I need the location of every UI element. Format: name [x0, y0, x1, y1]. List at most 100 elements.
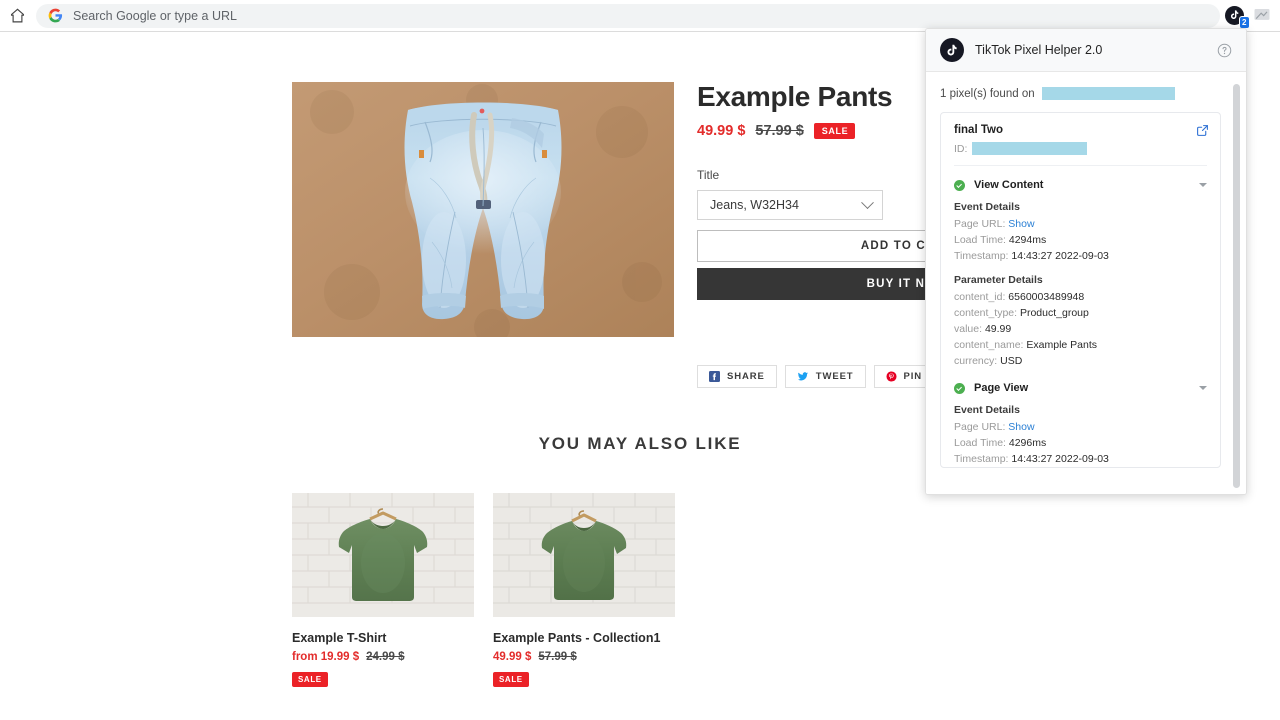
tiktok-pixel-helper-extension-button[interactable]: 2 [1224, 4, 1250, 29]
param-content-name: content_name: Example Pants [954, 337, 1207, 353]
tiktok-pixel-helper-panel: TikTok Pixel Helper 2.0 1 pixel(s) found… [925, 28, 1247, 495]
param-value: USD [1000, 355, 1023, 367]
recommendation-prices: from 19.99 $ 24.99 $ [292, 651, 474, 663]
facebook-icon [709, 371, 720, 382]
event-detail-page-url: Page URL: Show [954, 419, 1207, 435]
param-value: 49.99 [984, 323, 1012, 335]
param-value: Example Pants [1026, 339, 1098, 351]
pixels-found-text: 1 pixel(s) found on [940, 87, 1035, 100]
jeans-photo [292, 82, 674, 337]
param-key: content_name: [954, 339, 1024, 351]
event-details-heading: Event Details [954, 404, 1020, 416]
redacted-domain [1041, 87, 1175, 100]
detail-value: 14:43:27 2022-09-03 [1011, 453, 1109, 465]
event-name: Page View [974, 382, 1029, 394]
home-icon [10, 8, 24, 23]
pixel-card-header: final Two ID: [941, 113, 1220, 165]
event-name: View Content [974, 179, 1044, 191]
param-content-type: content_type: Product_group [954, 305, 1207, 321]
event-detail-timestamp: Timestamp: 14:43:27 2022-09-03 [954, 248, 1207, 264]
product-price: 49.99 $ [697, 123, 746, 139]
redacted-pixel-id [972, 142, 1088, 155]
detail-key: Page URL: [954, 218, 1006, 230]
tshirt-photo [493, 493, 675, 617]
event-block-page-view: Page View Event Details Page URL: Show L… [941, 369, 1220, 467]
share-facebook-label: SHARE [727, 371, 765, 382]
chevron-down-icon[interactable] [1199, 183, 1207, 187]
parameter-details-heading: Parameter Details [954, 274, 1043, 286]
recommendation-price: 49.99 $ [493, 651, 532, 663]
param-key: content_id: [954, 291, 1006, 303]
detail-key: Load Time: [954, 234, 1006, 246]
address-bar-text: Search Google or type a URL [73, 8, 237, 23]
panel-scrollbar-track[interactable] [1233, 78, 1243, 489]
event-detail-timestamp: Timestamp: 14:43:27 2022-09-03 [954, 451, 1207, 467]
detail-key: Load Time: [954, 437, 1006, 449]
recommendation-prices: 49.99 $ 57.99 $ [493, 651, 675, 663]
pixel-helper-body: 1 pixel(s) found on final Two ID: View C… [926, 72, 1246, 494]
param-currency: currency: USD [954, 353, 1207, 369]
pixel-name: final Two [954, 124, 1003, 136]
tshirt-photo [292, 493, 474, 617]
product-main-image[interactable] [292, 82, 674, 337]
param-value: value: 49.99 [954, 321, 1207, 337]
home-button[interactable] [0, 0, 34, 32]
event-header[interactable]: Page View [954, 369, 1207, 404]
detail-key: Timestamp: [954, 453, 1009, 465]
external-link-icon[interactable] [1196, 124, 1209, 137]
recommendation-card[interactable]: Example Pants - Collection1 49.99 $ 57.9… [493, 493, 675, 687]
param-key: currency: [954, 355, 998, 367]
address-bar[interactable]: Search Google or type a URL [36, 3, 1220, 28]
product-compare-price: 57.99 $ [755, 123, 804, 139]
sale-badge: SALE [292, 672, 328, 687]
google-g-icon [48, 8, 63, 23]
share-twitter-label: TWEET [815, 371, 854, 382]
check-circle-icon [954, 382, 965, 394]
variant-selected-value: Jeans, W32H34 [710, 198, 799, 212]
extension-badge-count: 2 [1238, 15, 1250, 29]
tiktok-logo-icon [940, 38, 964, 62]
pinterest-icon [885, 371, 897, 382]
detail-value: 4296ms [1008, 437, 1047, 449]
pixel-card: final Two ID: View Content Event Details… [940, 112, 1221, 468]
detail-value: 4294ms [1008, 234, 1047, 246]
event-details-heading: Event Details [954, 201, 1020, 213]
sale-badge: SALE [493, 672, 529, 687]
secondary-extension-button[interactable] [1252, 4, 1276, 28]
pixel-helper-title: TikTok Pixel Helper 2.0 [975, 43, 1103, 57]
twitter-icon [797, 372, 808, 381]
event-detail-load-time: Load Time: 4296ms [954, 435, 1207, 451]
param-value: Product_group [1019, 307, 1089, 319]
share-twitter-button[interactable]: TWEET [784, 365, 866, 388]
recommendation-compare-price: 24.99 $ [366, 651, 405, 663]
param-key: value: [954, 323, 983, 335]
variant-select[interactable]: Jeans, W32H34 [697, 190, 883, 220]
detail-key: Page URL: [954, 421, 1006, 433]
question-circle-icon[interactable] [1217, 43, 1232, 58]
recommendation-image[interactable] [493, 493, 675, 617]
share-buttons: SHARE TWEET PIN IT [697, 365, 948, 388]
chevron-down-icon[interactable] [1199, 386, 1207, 390]
param-content-id: content_id: 6560003489948 [954, 289, 1207, 305]
event-block-view-content: View Content Event Details Page URL: Sho… [941, 166, 1220, 369]
event-detail-page-url: Page URL: Show [954, 216, 1207, 232]
param-key: content_type: [954, 307, 1018, 319]
event-detail-load-time: Load Time: 4294ms [954, 232, 1207, 248]
panel-scrollbar-thumb[interactable] [1233, 84, 1240, 488]
share-facebook-button[interactable]: SHARE [697, 365, 777, 388]
detail-value: 14:43:27 2022-09-03 [1011, 250, 1109, 262]
page-url-show-link[interactable]: Show [1008, 218, 1034, 230]
recommendation-compare-price: 57.99 $ [538, 651, 577, 663]
detail-key: Timestamp: [954, 250, 1009, 262]
recommendation-image[interactable] [292, 493, 474, 617]
recommendation-price: from 19.99 $ [292, 651, 360, 663]
pixel-id-row: ID: [954, 142, 1207, 155]
pixel-id-label: ID: [954, 142, 968, 155]
recommendation-card[interactable]: Example T-Shirt from 19.99 $ 24.99 $ SAL… [292, 493, 474, 687]
extension-toolbar: 2 [1224, 0, 1280, 32]
image-broken-icon [1254, 8, 1270, 20]
page-url-show-link[interactable]: Show [1008, 421, 1034, 433]
event-header[interactable]: View Content [954, 166, 1207, 201]
chevron-down-icon [861, 195, 874, 209]
param-value: 6560003489948 [1008, 291, 1085, 303]
